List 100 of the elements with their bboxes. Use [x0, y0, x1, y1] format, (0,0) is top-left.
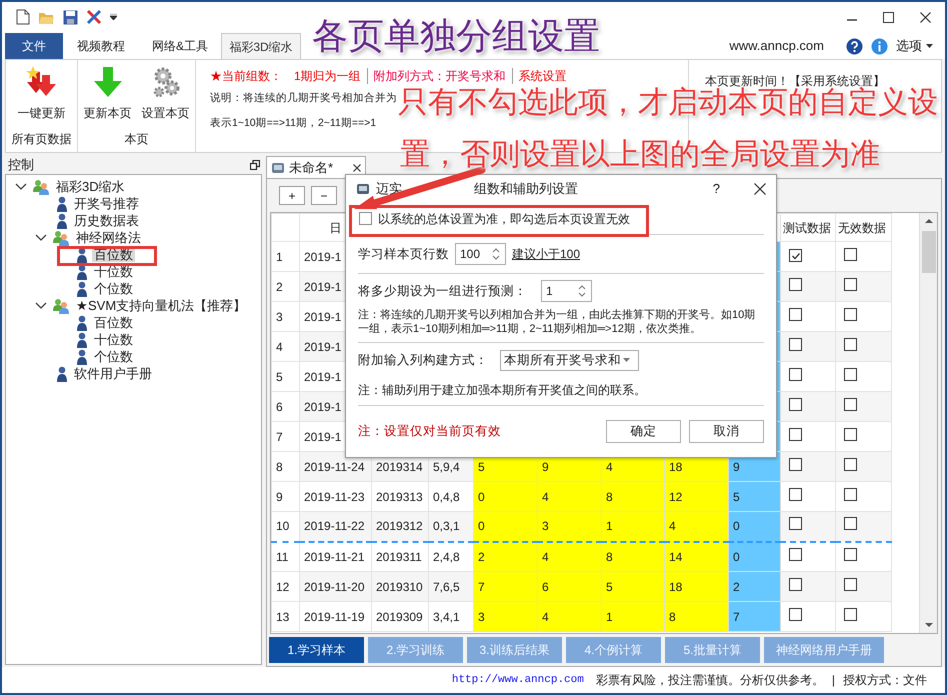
tree-item[interactable]: 个位数 [92, 282, 135, 296]
table-cell: 7,6,5 [428, 572, 474, 602]
checkbox[interactable] [359, 212, 372, 225]
checkbox[interactable] [789, 398, 802, 410]
caret-down-icon [926, 44, 933, 48]
checkbox[interactable] [844, 428, 857, 440]
checkbox[interactable] [844, 368, 857, 380]
dropdown[interactable]: 本期所有开奖号求和 [500, 350, 639, 370]
help-button[interactable]: ? [712, 179, 720, 199]
ribbon-button-label[interactable]: 设置本页 [142, 104, 190, 122]
tree-item[interactable]: 个位数 [92, 350, 135, 364]
pin-icon[interactable] [250, 160, 260, 170]
scrollbar[interactable] [919, 213, 937, 633]
toolbar-button[interactable]: − [311, 186, 337, 205]
checkbox[interactable] [789, 368, 802, 380]
tree-item[interactable]: ★SVM支持向量机法【推荐】 [74, 298, 248, 312]
crossed-tools-icon[interactable] [86, 9, 102, 25]
status-link[interactable]: http://www.anncp.com [452, 672, 584, 688]
ribbon-button-label[interactable]: 一键更新 [18, 104, 66, 122]
table-cell: 5 [728, 482, 780, 512]
options-label[interactable]: 选项 [896, 36, 922, 56]
options-menu[interactable]: 选项 [896, 36, 933, 56]
hint-link[interactable]: 建议小于100 [512, 245, 580, 263]
table-cell: 7 [474, 572, 538, 602]
checkbox[interactable] [844, 488, 857, 500]
checkbox[interactable] [844, 458, 857, 470]
people-icon [52, 230, 70, 246]
table-cell: 0 [474, 482, 538, 512]
ribbon-tab[interactable]: 文件 [5, 33, 63, 59]
close-icon[interactable] [353, 164, 362, 172]
close-icon[interactable] [754, 183, 766, 195]
table-cell: 2019312 [372, 512, 428, 542]
checkbox[interactable] [844, 308, 857, 320]
group-count-value: 1期归为一组 [294, 68, 361, 85]
tree-item[interactable]: 软件用户手册 [72, 366, 154, 380]
checkbox[interactable] [789, 458, 802, 470]
checkbox[interactable] [789, 608, 802, 620]
annotation-heading: 各页单独分组设置 [312, 18, 600, 54]
spinner-arrows-icon[interactable] [491, 247, 501, 261]
checkbox[interactable] [789, 548, 802, 561]
document-tab-label[interactable]: 未命名* [289, 158, 334, 178]
checkbox[interactable] [789, 578, 802, 590]
tree-item[interactable]: 十位数 [92, 264, 135, 278]
bottom-tab[interactable]: 1.学习样本 [269, 637, 364, 663]
table-cell: 8 [602, 542, 664, 572]
tree-item[interactable]: 福彩3D缩水 [54, 180, 127, 194]
description-text: 说明：将连续的几期开奖号相加合并为 [210, 92, 397, 105]
tree-item[interactable]: 百位数 [92, 316, 135, 330]
tree-item[interactable]: 历史数据表 [72, 214, 141, 228]
ribbon-tab[interactable]: 福彩3D缩水 [221, 33, 301, 59]
ribbon-tab[interactable]: 视频教程 [63, 33, 139, 59]
number-spinner[interactable]: 100 [455, 243, 506, 265]
dialog-button[interactable]: 确定 [606, 420, 681, 443]
new-document-icon[interactable] [16, 9, 30, 25]
checkbox[interactable] [789, 278, 802, 290]
checkbox[interactable] [789, 249, 802, 262]
person-icon [76, 280, 88, 296]
tree-item[interactable]: 十位数 [92, 332, 135, 346]
table-cell: 2019309 [372, 602, 428, 632]
ribbon-button-label[interactable]: 更新本页 [84, 104, 132, 122]
tree-item[interactable]: 开奖号推荐 [72, 196, 141, 210]
checkbox[interactable] [844, 278, 857, 290]
maximize-icon[interactable] [883, 12, 894, 22]
row-number: 6 [272, 392, 300, 422]
checkbox[interactable] [844, 248, 857, 260]
checkbox[interactable] [844, 398, 857, 410]
dialog-button[interactable]: 取消 [689, 420, 764, 443]
tree-item[interactable]: 神经网络法 [74, 230, 143, 244]
website-link[interactable]: www.anncp.com [729, 36, 824, 56]
document-tab[interactable]: 未命名* [266, 156, 366, 178]
checkbox[interactable] [789, 428, 802, 440]
toolbar-button[interactable]: + [279, 186, 305, 205]
row-number: 3 [272, 302, 300, 332]
checkbox[interactable] [844, 608, 857, 620]
table-cell: 12 [664, 482, 728, 512]
ribbon-button[interactable]: 一键更新 [16, 66, 68, 122]
ribbon-button[interactable]: 更新本页 [82, 66, 134, 122]
caret-down-icon [623, 358, 630, 362]
checkbox[interactable] [789, 338, 802, 350]
checkbox[interactable] [789, 517, 802, 530]
dropdown-caret-icon[interactable] [110, 14, 117, 20]
checkbox[interactable] [844, 338, 857, 350]
spinner-arrows-icon[interactable] [577, 284, 587, 298]
help-icon[interactable] [846, 38, 863, 54]
checkbox[interactable] [789, 308, 802, 320]
ribbon-button[interactable]: 设置本页 [140, 66, 192, 122]
extra-column-setting[interactable]: 附加列方式：开奖号求和 [374, 67, 506, 85]
scrollbar-thumb[interactable] [922, 231, 936, 273]
checkbox[interactable] [844, 578, 857, 590]
table-cell: 3 [538, 512, 602, 542]
ribbon-tab[interactable]: 网络&工具 [139, 33, 221, 59]
info-icon[interactable] [871, 38, 888, 54]
checkbox[interactable] [844, 517, 857, 530]
number-spinner[interactable]: 1 [541, 280, 592, 302]
save-icon[interactable] [63, 10, 78, 24]
close-icon[interactable] [920, 12, 931, 22]
system-settings-link[interactable]: 系统设置 [518, 67, 567, 85]
checkbox[interactable] [844, 548, 857, 561]
checkbox[interactable] [789, 488, 802, 500]
checkbox-label[interactable]: 以系统的总体设置为准，即勾选后本页设置无效 [378, 210, 630, 228]
